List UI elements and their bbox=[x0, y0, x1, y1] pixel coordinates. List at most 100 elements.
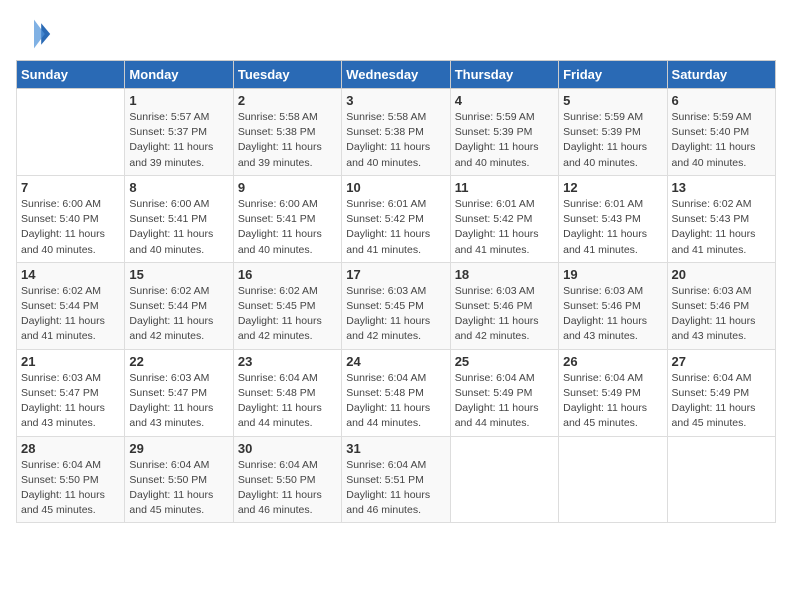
day-cell bbox=[559, 436, 667, 523]
day-cell: 18 Sunrise: 6:03 AM Sunset: 5:46 PM Dayli… bbox=[450, 262, 558, 349]
day-info: Sunrise: 6:04 AM Sunset: 5:48 PM Dayligh… bbox=[238, 371, 337, 432]
day-number: 2 bbox=[238, 93, 337, 108]
calendar-header: SundayMondayTuesdayWednesdayThursdayFrid… bbox=[17, 61, 776, 89]
day-info: Sunrise: 6:04 AM Sunset: 5:51 PM Dayligh… bbox=[346, 458, 445, 519]
day-info: Sunrise: 5:58 AM Sunset: 5:38 PM Dayligh… bbox=[238, 110, 337, 171]
day-info: Sunrise: 6:03 AM Sunset: 5:46 PM Dayligh… bbox=[455, 284, 554, 345]
day-number: 11 bbox=[455, 180, 554, 195]
day-number: 24 bbox=[346, 354, 445, 369]
day-cell bbox=[450, 436, 558, 523]
day-cell: 14Sunrise: 6:02 AM Sunset: 5:44 PM Dayli… bbox=[17, 262, 125, 349]
day-cell: 19 Sunrise: 6:03 AM Sunset: 5:46 PM Dayli… bbox=[559, 262, 667, 349]
day-number: 21 bbox=[21, 354, 120, 369]
day-number: 20 bbox=[672, 267, 771, 282]
day-cell: 6 Sunrise: 5:59 AM Sunset: 5:40 PM Daylig… bbox=[667, 89, 775, 176]
day-cell: 28 Sunrise: 6:04 AM Sunset: 5:50 PM Dayli… bbox=[17, 436, 125, 523]
day-number: 27 bbox=[672, 354, 771, 369]
week-row-3: 14Sunrise: 6:02 AM Sunset: 5:44 PM Dayli… bbox=[17, 262, 776, 349]
header-cell-friday: Friday bbox=[559, 61, 667, 89]
calendar-body: 1 Sunrise: 5:57 AM Sunset: 5:37 PM Daylig… bbox=[17, 89, 776, 523]
day-info: Sunrise: 6:01 AM Sunset: 5:43 PM Dayligh… bbox=[563, 197, 662, 258]
header-cell-sunday: Sunday bbox=[17, 61, 125, 89]
day-number: 19 bbox=[563, 267, 662, 282]
week-row-5: 28 Sunrise: 6:04 AM Sunset: 5:50 PM Dayli… bbox=[17, 436, 776, 523]
day-info: Sunrise: 6:03 AM Sunset: 5:47 PM Dayligh… bbox=[129, 371, 228, 432]
day-info: Sunrise: 6:00 AM Sunset: 5:40 PM Dayligh… bbox=[21, 197, 120, 258]
day-info: Sunrise: 6:02 AM Sunset: 5:44 PM Dayligh… bbox=[21, 284, 120, 345]
day-number: 7 bbox=[21, 180, 120, 195]
day-number: 9 bbox=[238, 180, 337, 195]
day-number: 17 bbox=[346, 267, 445, 282]
day-info: Sunrise: 6:02 AM Sunset: 5:44 PM Dayligh… bbox=[129, 284, 228, 345]
day-info: Sunrise: 6:01 AM Sunset: 5:42 PM Dayligh… bbox=[455, 197, 554, 258]
day-number: 3 bbox=[346, 93, 445, 108]
day-cell: 15Sunrise: 6:02 AM Sunset: 5:44 PM Dayli… bbox=[125, 262, 233, 349]
day-number: 4 bbox=[455, 93, 554, 108]
day-number: 26 bbox=[563, 354, 662, 369]
day-info: Sunrise: 6:00 AM Sunset: 5:41 PM Dayligh… bbox=[238, 197, 337, 258]
day-number: 1 bbox=[129, 93, 228, 108]
day-cell: 23Sunrise: 6:04 AM Sunset: 5:48 PM Dayli… bbox=[233, 349, 341, 436]
day-cell: 4 Sunrise: 5:59 AM Sunset: 5:39 PM Daylig… bbox=[450, 89, 558, 176]
day-number: 28 bbox=[21, 441, 120, 456]
day-info: Sunrise: 6:03 AM Sunset: 5:46 PM Dayligh… bbox=[563, 284, 662, 345]
day-number: 18 bbox=[455, 267, 554, 282]
day-cell: 5 Sunrise: 5:59 AM Sunset: 5:39 PM Daylig… bbox=[559, 89, 667, 176]
page-header bbox=[16, 16, 776, 52]
day-cell: 24 Sunrise: 6:04 AM Sunset: 5:48 PM Dayli… bbox=[342, 349, 450, 436]
day-number: 5 bbox=[563, 93, 662, 108]
header-cell-monday: Monday bbox=[125, 61, 233, 89]
day-cell: 29Sunrise: 6:04 AM Sunset: 5:50 PM Dayli… bbox=[125, 436, 233, 523]
day-cell bbox=[667, 436, 775, 523]
day-info: Sunrise: 5:59 AM Sunset: 5:39 PM Dayligh… bbox=[563, 110, 662, 171]
day-cell: 22Sunrise: 6:03 AM Sunset: 5:47 PM Dayli… bbox=[125, 349, 233, 436]
day-info: Sunrise: 6:03 AM Sunset: 5:46 PM Dayligh… bbox=[672, 284, 771, 345]
day-info: Sunrise: 5:59 AM Sunset: 5:40 PM Dayligh… bbox=[672, 110, 771, 171]
day-cell: 10 Sunrise: 6:01 AM Sunset: 5:42 PM Dayli… bbox=[342, 175, 450, 262]
week-row-2: 7 Sunrise: 6:00 AM Sunset: 5:40 PM Daylig… bbox=[17, 175, 776, 262]
day-info: Sunrise: 5:59 AM Sunset: 5:39 PM Dayligh… bbox=[455, 110, 554, 171]
header-cell-wednesday: Wednesday bbox=[342, 61, 450, 89]
day-cell: 9 Sunrise: 6:00 AM Sunset: 5:41 PM Daylig… bbox=[233, 175, 341, 262]
day-number: 30 bbox=[238, 441, 337, 456]
day-info: Sunrise: 6:02 AM Sunset: 5:43 PM Dayligh… bbox=[672, 197, 771, 258]
day-number: 13 bbox=[672, 180, 771, 195]
day-cell: 21 Sunrise: 6:03 AM Sunset: 5:47 PM Dayli… bbox=[17, 349, 125, 436]
day-cell: 12Sunrise: 6:01 AM Sunset: 5:43 PM Dayli… bbox=[559, 175, 667, 262]
day-number: 29 bbox=[129, 441, 228, 456]
header-cell-thursday: Thursday bbox=[450, 61, 558, 89]
day-info: Sunrise: 6:04 AM Sunset: 5:49 PM Dayligh… bbox=[672, 371, 771, 432]
day-number: 16 bbox=[238, 267, 337, 282]
day-info: Sunrise: 6:00 AM Sunset: 5:41 PM Dayligh… bbox=[129, 197, 228, 258]
day-number: 6 bbox=[672, 93, 771, 108]
day-cell: 30 Sunrise: 6:04 AM Sunset: 5:50 PM Dayli… bbox=[233, 436, 341, 523]
day-number: 10 bbox=[346, 180, 445, 195]
day-cell: 25Sunrise: 6:04 AM Sunset: 5:49 PM Dayli… bbox=[450, 349, 558, 436]
day-info: Sunrise: 6:04 AM Sunset: 5:50 PM Dayligh… bbox=[238, 458, 337, 519]
logo bbox=[16, 16, 56, 52]
day-cell: 7 Sunrise: 6:00 AM Sunset: 5:40 PM Daylig… bbox=[17, 175, 125, 262]
day-info: Sunrise: 6:04 AM Sunset: 5:49 PM Dayligh… bbox=[563, 371, 662, 432]
week-row-4: 21 Sunrise: 6:03 AM Sunset: 5:47 PM Dayli… bbox=[17, 349, 776, 436]
week-row-1: 1 Sunrise: 5:57 AM Sunset: 5:37 PM Daylig… bbox=[17, 89, 776, 176]
day-cell: 17Sunrise: 6:03 AM Sunset: 5:45 PM Dayli… bbox=[342, 262, 450, 349]
day-cell: 31Sunrise: 6:04 AM Sunset: 5:51 PM Dayli… bbox=[342, 436, 450, 523]
day-cell: 11 Sunrise: 6:01 AM Sunset: 5:42 PM Dayli… bbox=[450, 175, 558, 262]
day-info: Sunrise: 6:01 AM Sunset: 5:42 PM Dayligh… bbox=[346, 197, 445, 258]
day-cell: 27 Sunrise: 6:04 AM Sunset: 5:49 PM Dayli… bbox=[667, 349, 775, 436]
day-info: Sunrise: 6:04 AM Sunset: 5:48 PM Dayligh… bbox=[346, 371, 445, 432]
day-cell: 3 Sunrise: 5:58 AM Sunset: 5:38 PM Daylig… bbox=[342, 89, 450, 176]
calendar-table: SundayMondayTuesdayWednesdayThursdayFrid… bbox=[16, 60, 776, 523]
day-cell: 8Sunrise: 6:00 AM Sunset: 5:41 PM Daylig… bbox=[125, 175, 233, 262]
logo-icon bbox=[16, 16, 52, 52]
day-info: Sunrise: 6:04 AM Sunset: 5:50 PM Dayligh… bbox=[21, 458, 120, 519]
day-info: Sunrise: 6:03 AM Sunset: 5:47 PM Dayligh… bbox=[21, 371, 120, 432]
day-cell: 2 Sunrise: 5:58 AM Sunset: 5:38 PM Daylig… bbox=[233, 89, 341, 176]
day-info: Sunrise: 5:58 AM Sunset: 5:38 PM Dayligh… bbox=[346, 110, 445, 171]
header-cell-saturday: Saturday bbox=[667, 61, 775, 89]
day-cell bbox=[17, 89, 125, 176]
day-cell: 26 Sunrise: 6:04 AM Sunset: 5:49 PM Dayli… bbox=[559, 349, 667, 436]
day-info: Sunrise: 5:57 AM Sunset: 5:37 PM Dayligh… bbox=[129, 110, 228, 171]
day-cell: 13 Sunrise: 6:02 AM Sunset: 5:43 PM Dayli… bbox=[667, 175, 775, 262]
day-cell: 16Sunrise: 6:02 AM Sunset: 5:45 PM Dayli… bbox=[233, 262, 341, 349]
